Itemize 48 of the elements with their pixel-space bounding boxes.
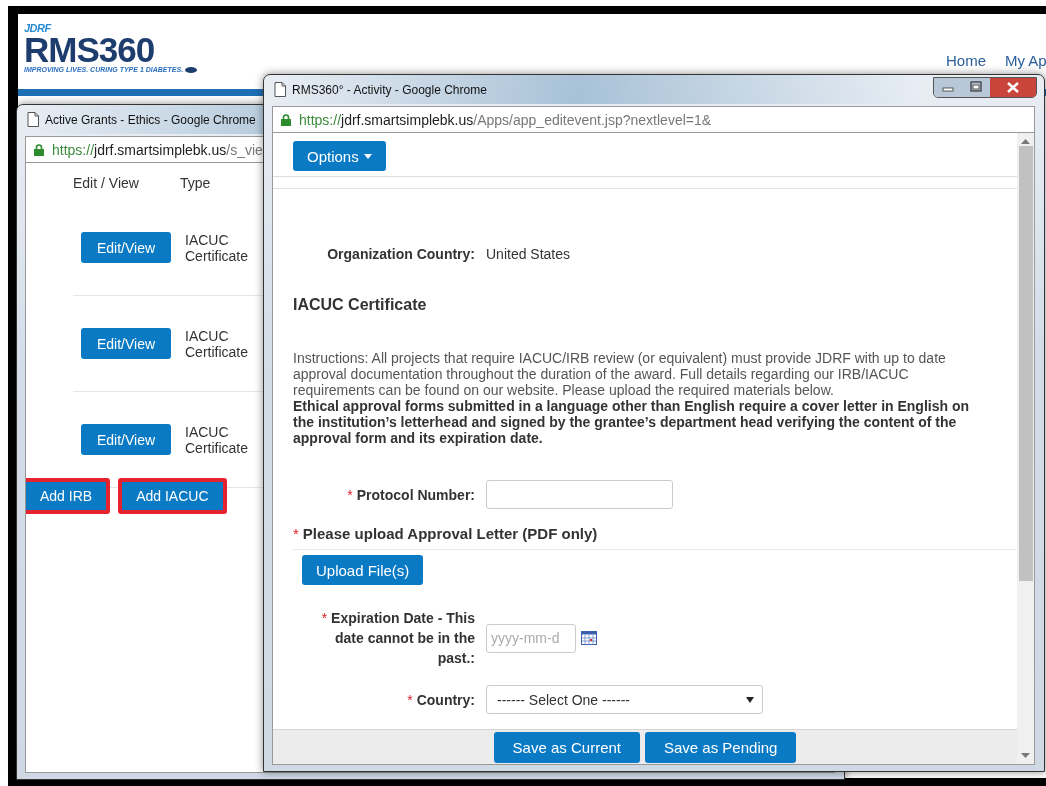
edit-view-button[interactable]: Edit/View (81, 328, 171, 359)
field-label: * Expiration Date - This date cannot be in the past.: (320, 609, 475, 668)
type-cell-text: IACUC Certificate (185, 327, 250, 360)
url-text[interactable]: https://jdrf.smartsimplebk.us/s_vie (52, 141, 263, 158)
logo-brand: JDRF (24, 23, 51, 34)
column-header: Edit / View (73, 175, 140, 193)
caret-icon (746, 696, 754, 703)
address-bar[interactable]: https://jdrf.smartsimplebk.us/Apps/app_editevent.jsp?nextlevel=1& (272, 106, 1035, 133)
save-button[interactable]: Save as Pending (645, 731, 797, 763)
options-button[interactable]: Options (293, 141, 386, 171)
add-button[interactable]: Add IACUC (118, 478, 227, 514)
lock-icon (34, 143, 44, 156)
maximize-icon[interactable] (962, 78, 990, 97)
field-label: Organization Country: (326, 245, 475, 264)
scroll-up-icon[interactable] (1021, 139, 1030, 144)
column-header: Type (180, 175, 211, 193)
input-field[interactable] (486, 480, 673, 509)
edit-view-button[interactable]: Edit/View (81, 232, 171, 263)
page-icon (274, 82, 286, 97)
window-title: RMS360° - Activity - Google Chrome (292, 82, 487, 97)
caret-icon (363, 153, 372, 159)
upload-label: * Please upload Approval Letter (PDF only) (293, 525, 1017, 550)
logo-title: RMS360 (24, 34, 155, 66)
scrollbar[interactable] (1017, 133, 1034, 764)
date-field[interactable]: yyyy-mm-d (486, 623, 576, 653)
field-label: * Country: (406, 690, 475, 710)
field-label: * Protocol Number: (346, 485, 475, 505)
instructions-text: Instructions: All projects that require IACUC/IRB review (or equivalent) must provide JDRF with up to date approval documentation throughout the duration of the award. Full details regarding our IRB/IACUC requirements can be found on our website. Please upload the required materials below. Ethical approval forms submitted in a language other than English require a cover letter in English on the institution’s letterhead and signed by the grantee’s department head verifying the content of the approval form and its expiration date. (293, 350, 970, 446)
lock-icon (281, 113, 291, 126)
field-value: United States (486, 246, 572, 262)
type-cell-text: IACUC Certificate (185, 231, 250, 264)
minimize-icon[interactable] (934, 78, 962, 97)
window-title: Active Grants - Ethics - Google Chrome (45, 112, 256, 127)
calendar-icon[interactable] (581, 631, 597, 645)
page-icon (27, 112, 39, 127)
nav-link[interactable]: My Ap (1005, 52, 1046, 69)
type-cell-text: IACUC Certificate (185, 423, 250, 456)
url-text[interactable]: https://jdrf.smartsimplebk.us/Apps/app_editevent.jsp?nextlevel=1& (299, 111, 712, 128)
section-heading: IACUC Certificate (293, 296, 428, 314)
edit-view-button[interactable]: Edit/View (81, 424, 171, 455)
scroll-down-icon[interactable] (1021, 753, 1030, 758)
upload-button[interactable]: Upload File(s) (302, 555, 424, 585)
close-icon[interactable] (990, 78, 1036, 97)
nav-link[interactable]: Home (946, 52, 986, 69)
badge-icon (185, 66, 198, 73)
country-dropdown[interactable]: ------ Select One ------ (486, 685, 763, 714)
save-button[interactable]: Save as Current (493, 731, 640, 763)
add-button[interactable]: Add IRB (26, 478, 111, 514)
